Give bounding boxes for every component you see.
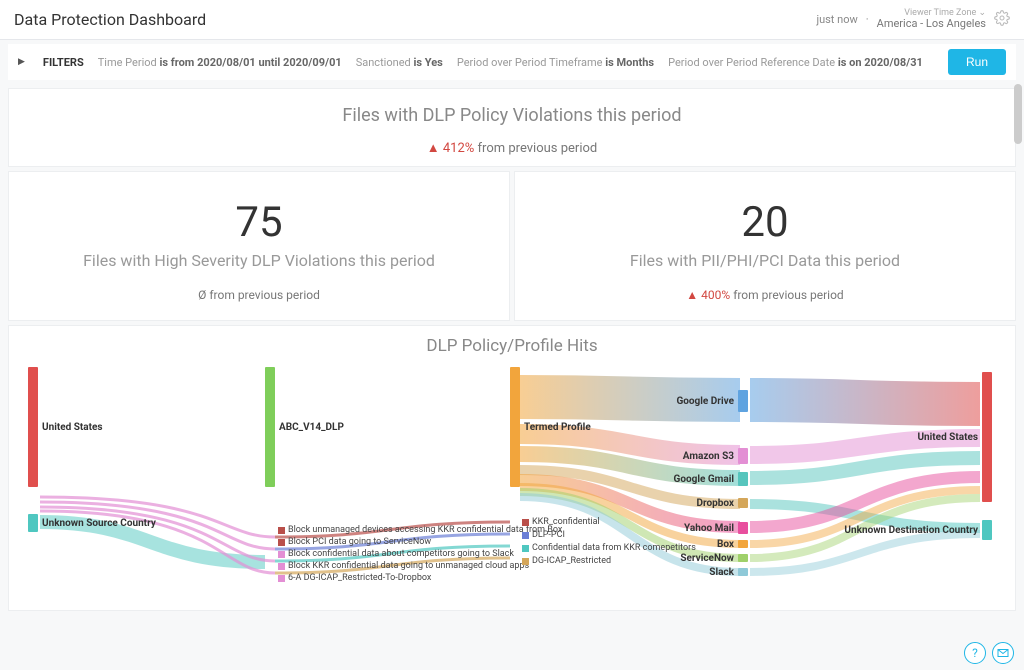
caret-right-icon[interactable]: ▶ [18, 57, 25, 67]
hero-title: Files with DLP Policy Violations this pe… [9, 105, 1015, 126]
stats-row: 75 Files with High Severity DLP Violatio… [8, 171, 1016, 321]
sankey-node-amazons3[interactable]: Amazon S3 [660, 448, 748, 464]
sankey-node-servicenow[interactable]: ServiceNow [660, 554, 748, 562]
sankey-title: DLP Policy/Profile Hits [9, 336, 1015, 356]
legend-profile[interactable]: Confidential data from KKR comepetitors [522, 543, 696, 553]
scrollbar-thumb[interactable] [1014, 84, 1022, 144]
help-button[interactable]: ? [964, 642, 986, 664]
filter-pop-refdate[interactable]: Period over Period Reference Date is on … [668, 56, 923, 69]
stat-delta: ▲ 400% from previous period [515, 288, 1015, 302]
header: Data Protection Dashboard just now · Vie… [0, 0, 1024, 40]
legend-policy[interactable]: Block unmanaged devices accessing KKR co… [278, 525, 562, 535]
triangle-up-icon: ▲ [686, 288, 698, 302]
filters-bar: ▶ FILTERS Time Period is from 2020/08/01… [8, 44, 1016, 80]
dashboard-content: Files with DLP Policy Violations this pe… [0, 80, 1024, 619]
last-run-label: just now [816, 13, 857, 26]
sankey-node-googledrive[interactable]: Google Drive [660, 390, 748, 412]
filter-time-period[interactable]: Time Period is from 2020/08/01 until 202… [98, 56, 342, 69]
filter-pop-timeframe[interactable]: Period over Period Timeframe is Months [457, 56, 654, 69]
timezone-selector[interactable]: Viewer Time Zone ⌄ America - Los Angeles [877, 9, 986, 31]
legend-profile[interactable]: DG-ICAP_Restricted [522, 556, 611, 566]
legend-profile[interactable]: KKR_confidential [522, 517, 600, 527]
run-button[interactable]: Run [948, 49, 1006, 75]
stat-delta: Ø from previous period [9, 288, 509, 302]
sankey-node-termed-profile[interactable]: Termed Profile [510, 367, 595, 487]
filter-sanctioned[interactable]: Sanctioned is Yes [356, 56, 443, 69]
mail-button[interactable] [992, 642, 1014, 664]
sankey-node-dest-us[interactable]: United States [892, 372, 992, 502]
sankey-node-dropbox[interactable]: Dropbox [660, 498, 748, 508]
legend-profile[interactable]: DLP-PCI [522, 530, 565, 540]
legend-policy[interactable]: 6-A DG-ICAP_Restricted-To-Dropbox [278, 573, 431, 583]
sankey-node-abc-v14-dlp[interactable]: ABC_V14_DLP [265, 367, 348, 487]
hero-delta: ▲ 412% from previous period [9, 140, 1015, 156]
stat-title: Files with High Severity DLP Violations … [9, 251, 509, 270]
stat-value: 20 [515, 198, 1015, 247]
float-actions: ? [964, 642, 1014, 664]
legend-policy[interactable]: Block PCI data going to ServiceNow [278, 537, 431, 547]
tile-pii-phi-pci[interactable]: 20 Files with PII/PHI/PCI Data this peri… [514, 171, 1016, 321]
sankey-node-yahoomail[interactable]: Yahoo Mail [660, 522, 748, 534]
filters-label: FILTERS [43, 56, 84, 69]
sankey-node-dest-unknown[interactable]: Unknown Destination Country [838, 520, 992, 540]
sankey-node-source-unknown[interactable]: Unknown Source Country [28, 514, 160, 532]
sankey-node-source-us[interactable]: United States [28, 367, 107, 487]
stat-value: 75 [9, 198, 509, 247]
sankey-chart: United States Unknown Source Country ABC… [20, 362, 1004, 602]
tile-sankey[interactable]: DLP Policy/Profile Hits [8, 325, 1016, 611]
triangle-up-icon: ▲ [427, 141, 440, 156]
gear-icon[interactable] [994, 10, 1010, 29]
chevron-down-icon: ⌄ [978, 8, 986, 18]
sankey-node-googlegmail[interactable]: Google Gmail [660, 472, 748, 486]
stat-title: Files with PII/PHI/PCI Data this period [515, 251, 1015, 270]
legend-policy[interactable]: Block KKR confidential data going to unm… [278, 561, 529, 571]
tile-high-severity[interactable]: 75 Files with High Severity DLP Violatio… [8, 171, 510, 321]
legend-policy[interactable]: Block confidential data about competitor… [278, 549, 514, 559]
page-title: Data Protection Dashboard [14, 10, 206, 29]
header-right: just now · Viewer Time Zone ⌄ America - … [816, 9, 1010, 31]
sankey-node-slack[interactable]: Slack [660, 568, 748, 576]
tile-dlp-violations[interactable]: Files with DLP Policy Violations this pe… [8, 88, 1016, 167]
